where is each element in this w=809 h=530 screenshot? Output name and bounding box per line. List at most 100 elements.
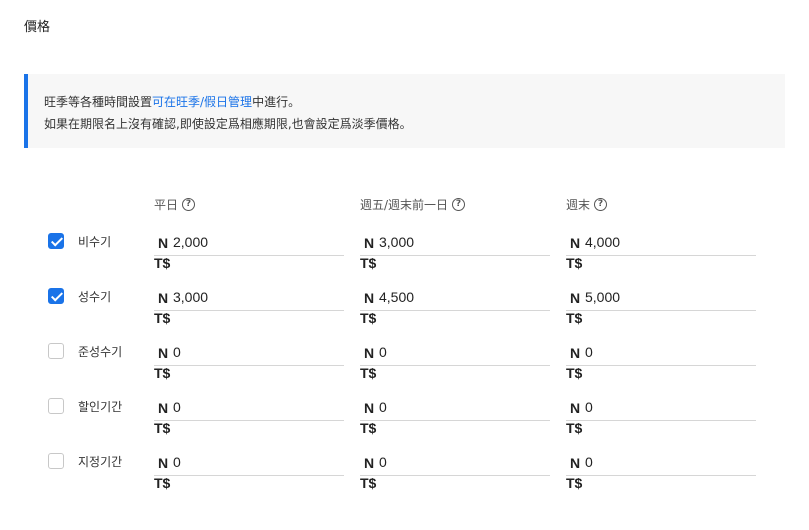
price-value: 5,000	[585, 289, 621, 305]
price-input-friday[interactable]: N 3,000 T$	[360, 233, 550, 273]
season-checkbox[interactable]	[48, 288, 64, 304]
currency-code: T$	[566, 365, 583, 381]
price-value: 2,000	[173, 234, 209, 250]
price-input-weekday[interactable]: N 0 T$	[154, 343, 344, 383]
currency-code: T$	[154, 365, 171, 381]
currency-symbol: N	[158, 235, 169, 251]
input-underline	[154, 255, 344, 256]
notice-line-1: 旺季等各種時間設置可在旺季/假日管理中進行。	[44, 91, 785, 113]
input-underline	[566, 365, 756, 366]
input-underline	[566, 420, 756, 421]
price-value: 0	[173, 344, 181, 360]
price-input-friday[interactable]: N 0 T$	[360, 343, 550, 383]
currency-code: T$	[566, 420, 583, 436]
price-input-weekend[interactable]: N 5,000 T$	[566, 288, 756, 328]
price-value: 4,000	[585, 234, 621, 250]
price-row-semi-peak-season: 준성수기 N 0 T$ N 0 T$ N 0 T$	[0, 343, 809, 398]
price-value: 3,000	[379, 234, 415, 250]
column-header-label: 平日	[154, 198, 179, 212]
currency-code: T$	[566, 310, 583, 326]
season-checkbox[interactable]	[48, 343, 64, 359]
price-value: 0	[173, 454, 181, 470]
price-input-friday[interactable]: N 0 T$	[360, 398, 550, 438]
price-value: 0	[585, 344, 593, 360]
currency-code: T$	[360, 365, 377, 381]
price-value: 0	[585, 454, 593, 470]
season-checkbox[interactable]	[48, 233, 64, 249]
currency-symbol: N	[364, 345, 375, 361]
currency-code: T$	[566, 475, 583, 491]
currency-symbol: N	[570, 400, 581, 416]
price-row-designated-period: 지정기간 N 0 T$ N 0 T$ N 0 T$	[0, 453, 809, 508]
currency-symbol: N	[158, 400, 169, 416]
price-input-weekday[interactable]: N 0 T$	[154, 398, 344, 438]
page-title: 價格	[24, 20, 51, 35]
input-underline	[566, 475, 756, 476]
season-label: 성수기	[78, 290, 112, 304]
currency-code: T$	[360, 420, 377, 436]
price-input-weekday[interactable]: N 0 T$	[154, 453, 344, 493]
currency-code: T$	[360, 475, 377, 491]
column-header-label: 週末	[566, 198, 591, 212]
question-circle-icon[interactable]: ?	[452, 198, 466, 211]
currency-symbol: N	[158, 455, 169, 471]
column-header-label: 週五/週末前一日	[360, 198, 449, 212]
price-value: 4,500	[379, 289, 415, 305]
season-checkbox[interactable]	[48, 398, 64, 414]
price-input-weekend[interactable]: N 0 T$	[566, 398, 756, 438]
season-holiday-settings-link[interactable]: 可在旺季/假日管理	[152, 95, 252, 109]
price-value: 0	[585, 399, 593, 415]
column-header-weekday: 平日 ?	[154, 196, 196, 213]
season-label: 할인기간	[78, 400, 123, 414]
season-checkbox[interactable]	[48, 453, 64, 469]
question-circle-icon[interactable]: ?	[182, 198, 196, 211]
currency-symbol: N	[364, 235, 375, 251]
input-underline	[154, 420, 344, 421]
currency-symbol: N	[570, 455, 581, 471]
column-header-friday: 週五/週末前一日 ?	[360, 196, 466, 213]
input-underline	[154, 365, 344, 366]
price-input-friday[interactable]: N 4,500 T$	[360, 288, 550, 328]
input-underline	[360, 420, 550, 421]
input-underline	[154, 475, 344, 476]
input-underline	[566, 310, 756, 311]
season-label: 준성수기	[78, 345, 123, 359]
price-value: 0	[173, 399, 181, 415]
price-value: 0	[379, 454, 387, 470]
currency-code: T$	[154, 475, 171, 491]
price-value: 3,000	[173, 289, 209, 305]
currency-symbol: N	[158, 290, 169, 306]
currency-code: T$	[154, 310, 171, 326]
price-input-weekday[interactable]: N 2,000 T$	[154, 233, 344, 273]
column-header-weekend: 週末 ?	[566, 196, 608, 213]
price-value: 0	[379, 344, 387, 360]
currency-symbol: N	[570, 345, 581, 361]
currency-code: T$	[154, 255, 171, 271]
input-underline	[566, 255, 756, 256]
notice-line-2: 如果在期限名上沒有確認,即使設定爲相應期限,也會設定爲淡季價格。	[44, 117, 412, 131]
price-input-weekday[interactable]: N 3,000 T$	[154, 288, 344, 328]
price-input-weekend[interactable]: N 0 T$	[566, 343, 756, 383]
input-underline	[154, 310, 344, 311]
currency-symbol: N	[364, 455, 375, 471]
currency-code: T$	[154, 420, 171, 436]
price-row-discount-period: 할인기간 N 0 T$ N 0 T$ N 0 T$	[0, 398, 809, 453]
notice-text: 旺季等各種時間設置	[44, 95, 153, 109]
currency-code: T$	[566, 255, 583, 271]
input-underline	[360, 310, 550, 311]
input-underline	[360, 255, 550, 256]
question-circle-icon[interactable]: ?	[594, 198, 608, 211]
currency-code: T$	[360, 255, 377, 271]
currency-symbol: N	[364, 290, 375, 306]
price-value: 0	[379, 399, 387, 415]
info-notice: 旺季等各種時間設置可在旺季/假日管理中進行。 如果在期限名上沒有確認,即使設定爲…	[24, 74, 785, 148]
price-row-off-season: 비수기 N 2,000 T$ N 3,000 T$ N 4,000 T$	[0, 233, 809, 288]
price-row-peak-season: 성수기 N 3,000 T$ N 4,500 T$ N 5,000 T$	[0, 288, 809, 343]
input-underline	[360, 365, 550, 366]
currency-symbol: N	[570, 235, 581, 251]
currency-code: T$	[360, 310, 377, 326]
input-underline	[360, 475, 550, 476]
price-input-weekend[interactable]: N 0 T$	[566, 453, 756, 493]
price-input-friday[interactable]: N 0 T$	[360, 453, 550, 493]
price-input-weekend[interactable]: N 4,000 T$	[566, 233, 756, 273]
